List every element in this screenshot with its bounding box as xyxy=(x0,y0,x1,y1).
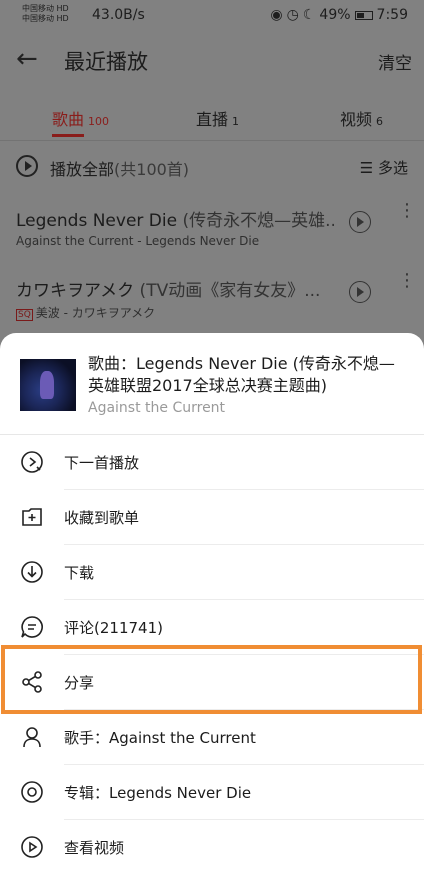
more-options-icon[interactable]: ⋮ xyxy=(398,202,416,220)
tab-songs-count: 100 xyxy=(88,115,110,128)
album-cover xyxy=(20,351,76,417)
menu-label: 专辑：Legends Never Die xyxy=(64,784,252,802)
menu-item-video[interactable]: 查看视频 xyxy=(0,820,424,875)
carrier-info: 中国移动 HD 中国移动 HD xyxy=(22,4,69,24)
clock-time: 7:59 xyxy=(376,7,408,23)
play-all-icon[interactable] xyxy=(16,155,38,177)
song-title: Legends Never Die (传奇永不熄—英雄... xyxy=(16,206,334,231)
tab-live-count: 1 xyxy=(232,115,240,128)
tab-songs-label: 歌曲 xyxy=(52,110,85,129)
multi-select-button[interactable]: ☰ 多选 xyxy=(360,157,408,178)
menu-item-album[interactable]: 专辑：Legends Never Die xyxy=(0,765,424,820)
menu-item-add-to-playlist[interactable]: 收藏到歌单 xyxy=(0,490,424,545)
alarm-icon: ◷ xyxy=(286,7,299,23)
menu-label: 查看视频 xyxy=(64,839,125,857)
menu-item-artist[interactable]: 歌手：Against the Current xyxy=(0,710,424,765)
sheet-song-title: 歌曲：Legends Never Die (传奇永不熄—英雄联盟2017全球总决… xyxy=(88,354,395,395)
moon-icon: ☾ xyxy=(302,7,316,23)
tab-videos[interactable]: 视频 6 xyxy=(340,106,383,130)
song-meta: 美波 - カワキヲアメク xyxy=(35,306,156,320)
list-icon: ☰ xyxy=(359,159,374,177)
song-name: カワキヲアメク xyxy=(16,281,135,301)
battery-percent: 49% xyxy=(319,7,351,23)
add-to-playlist-icon xyxy=(22,508,42,526)
battery-icon xyxy=(354,10,373,20)
menu-label: 歌手：Against the Current xyxy=(64,729,256,747)
play-all-text[interactable]: 播放全部(共100首) xyxy=(50,156,189,180)
page-title: 最近播放 xyxy=(64,50,148,74)
album-icon xyxy=(21,781,43,803)
carrier-1: 中国移动 HD xyxy=(22,4,69,13)
tab-videos-count: 6 xyxy=(376,115,384,128)
menu-label: 收藏到歌单 xyxy=(64,509,140,527)
list-item[interactable]: Legends Never Die (传奇永不熄—英雄... Against t… xyxy=(0,190,424,260)
tab-videos-label: 视频 xyxy=(340,110,373,129)
sheet-header: 歌曲：Legends Never Die (传奇永不熄—英雄联盟2017全球总决… xyxy=(0,333,424,435)
tab-bar: 歌曲 100 直播 1 视频 6 xyxy=(0,88,424,140)
menu-label: 下一首播放 xyxy=(64,454,140,472)
song-name: Legends Never Die xyxy=(16,211,178,231)
menu-item-download[interactable]: 下载 xyxy=(0,545,424,600)
menu-label: 评论(211741) xyxy=(64,619,163,637)
song-meta-row: SQ 美波 - カワキヲアメク xyxy=(16,304,155,321)
menu-item-play-next[interactable]: 下一首播放 xyxy=(0,435,424,490)
song-meta: Against the Current - Legends Never Die xyxy=(16,234,260,248)
song-subtitle: (TV动画《家有女友》... xyxy=(134,281,321,301)
carrier-2: 中国移动 HD xyxy=(22,14,69,23)
sheet-artist: Against the Current xyxy=(88,400,226,416)
more-options-icon[interactable]: ⋮ xyxy=(398,272,416,290)
title-bar: ← 最近播放 清空 xyxy=(0,30,424,88)
play-next-icon xyxy=(21,451,43,473)
artist-icon xyxy=(23,727,41,748)
play-all-count: (共100首) xyxy=(114,160,190,179)
play-all-label: 播放全部 xyxy=(50,160,115,179)
status-icons: ◉ ◷ ☾ 49% 7:59 xyxy=(270,7,408,23)
comment-icon xyxy=(21,616,43,638)
song-subtitle: (传奇永不熄—英雄... xyxy=(177,211,334,231)
eye-icon: ◉ xyxy=(270,7,283,23)
video-icon xyxy=(21,836,43,858)
menu-label: 下载 xyxy=(64,564,95,582)
tab-songs[interactable]: 歌曲 100 xyxy=(52,106,109,130)
song-options-sheet: 歌曲：Legends Never Die (传奇永不熄—英雄联盟2017全球总决… xyxy=(0,333,424,878)
song-title: カワキヲアメク (TV动画《家有女友》... xyxy=(16,276,334,301)
status-bar: 中国移动 HD 中国移动 HD 43.0B/s ◉ ◷ ☾ 49% 7:59 xyxy=(0,0,424,30)
tab-live[interactable]: 直播 1 xyxy=(196,106,239,130)
multi-select-label: 多选 xyxy=(377,159,408,177)
tab-live-label: 直播 xyxy=(196,110,229,129)
list-item[interactable]: カワキヲアメク (TV动画《家有女友》... SQ 美波 - カワキヲアメク ⋮ xyxy=(0,260,424,330)
play-all-row[interactable]: 播放全部(共100首) ☰ 多选 xyxy=(0,140,424,190)
net-speed: 43.0B/s xyxy=(92,7,145,23)
download-icon xyxy=(21,561,43,583)
active-tab-indicator xyxy=(52,134,84,137)
play-video-icon[interactable] xyxy=(349,211,371,233)
play-video-icon[interactable] xyxy=(349,281,371,303)
clear-button[interactable]: 清空 xyxy=(378,49,412,74)
share-highlight-box xyxy=(1,645,422,714)
sq-badge: SQ xyxy=(16,309,33,321)
back-arrow-icon[interactable]: ← xyxy=(16,44,38,74)
album-art xyxy=(20,359,76,411)
